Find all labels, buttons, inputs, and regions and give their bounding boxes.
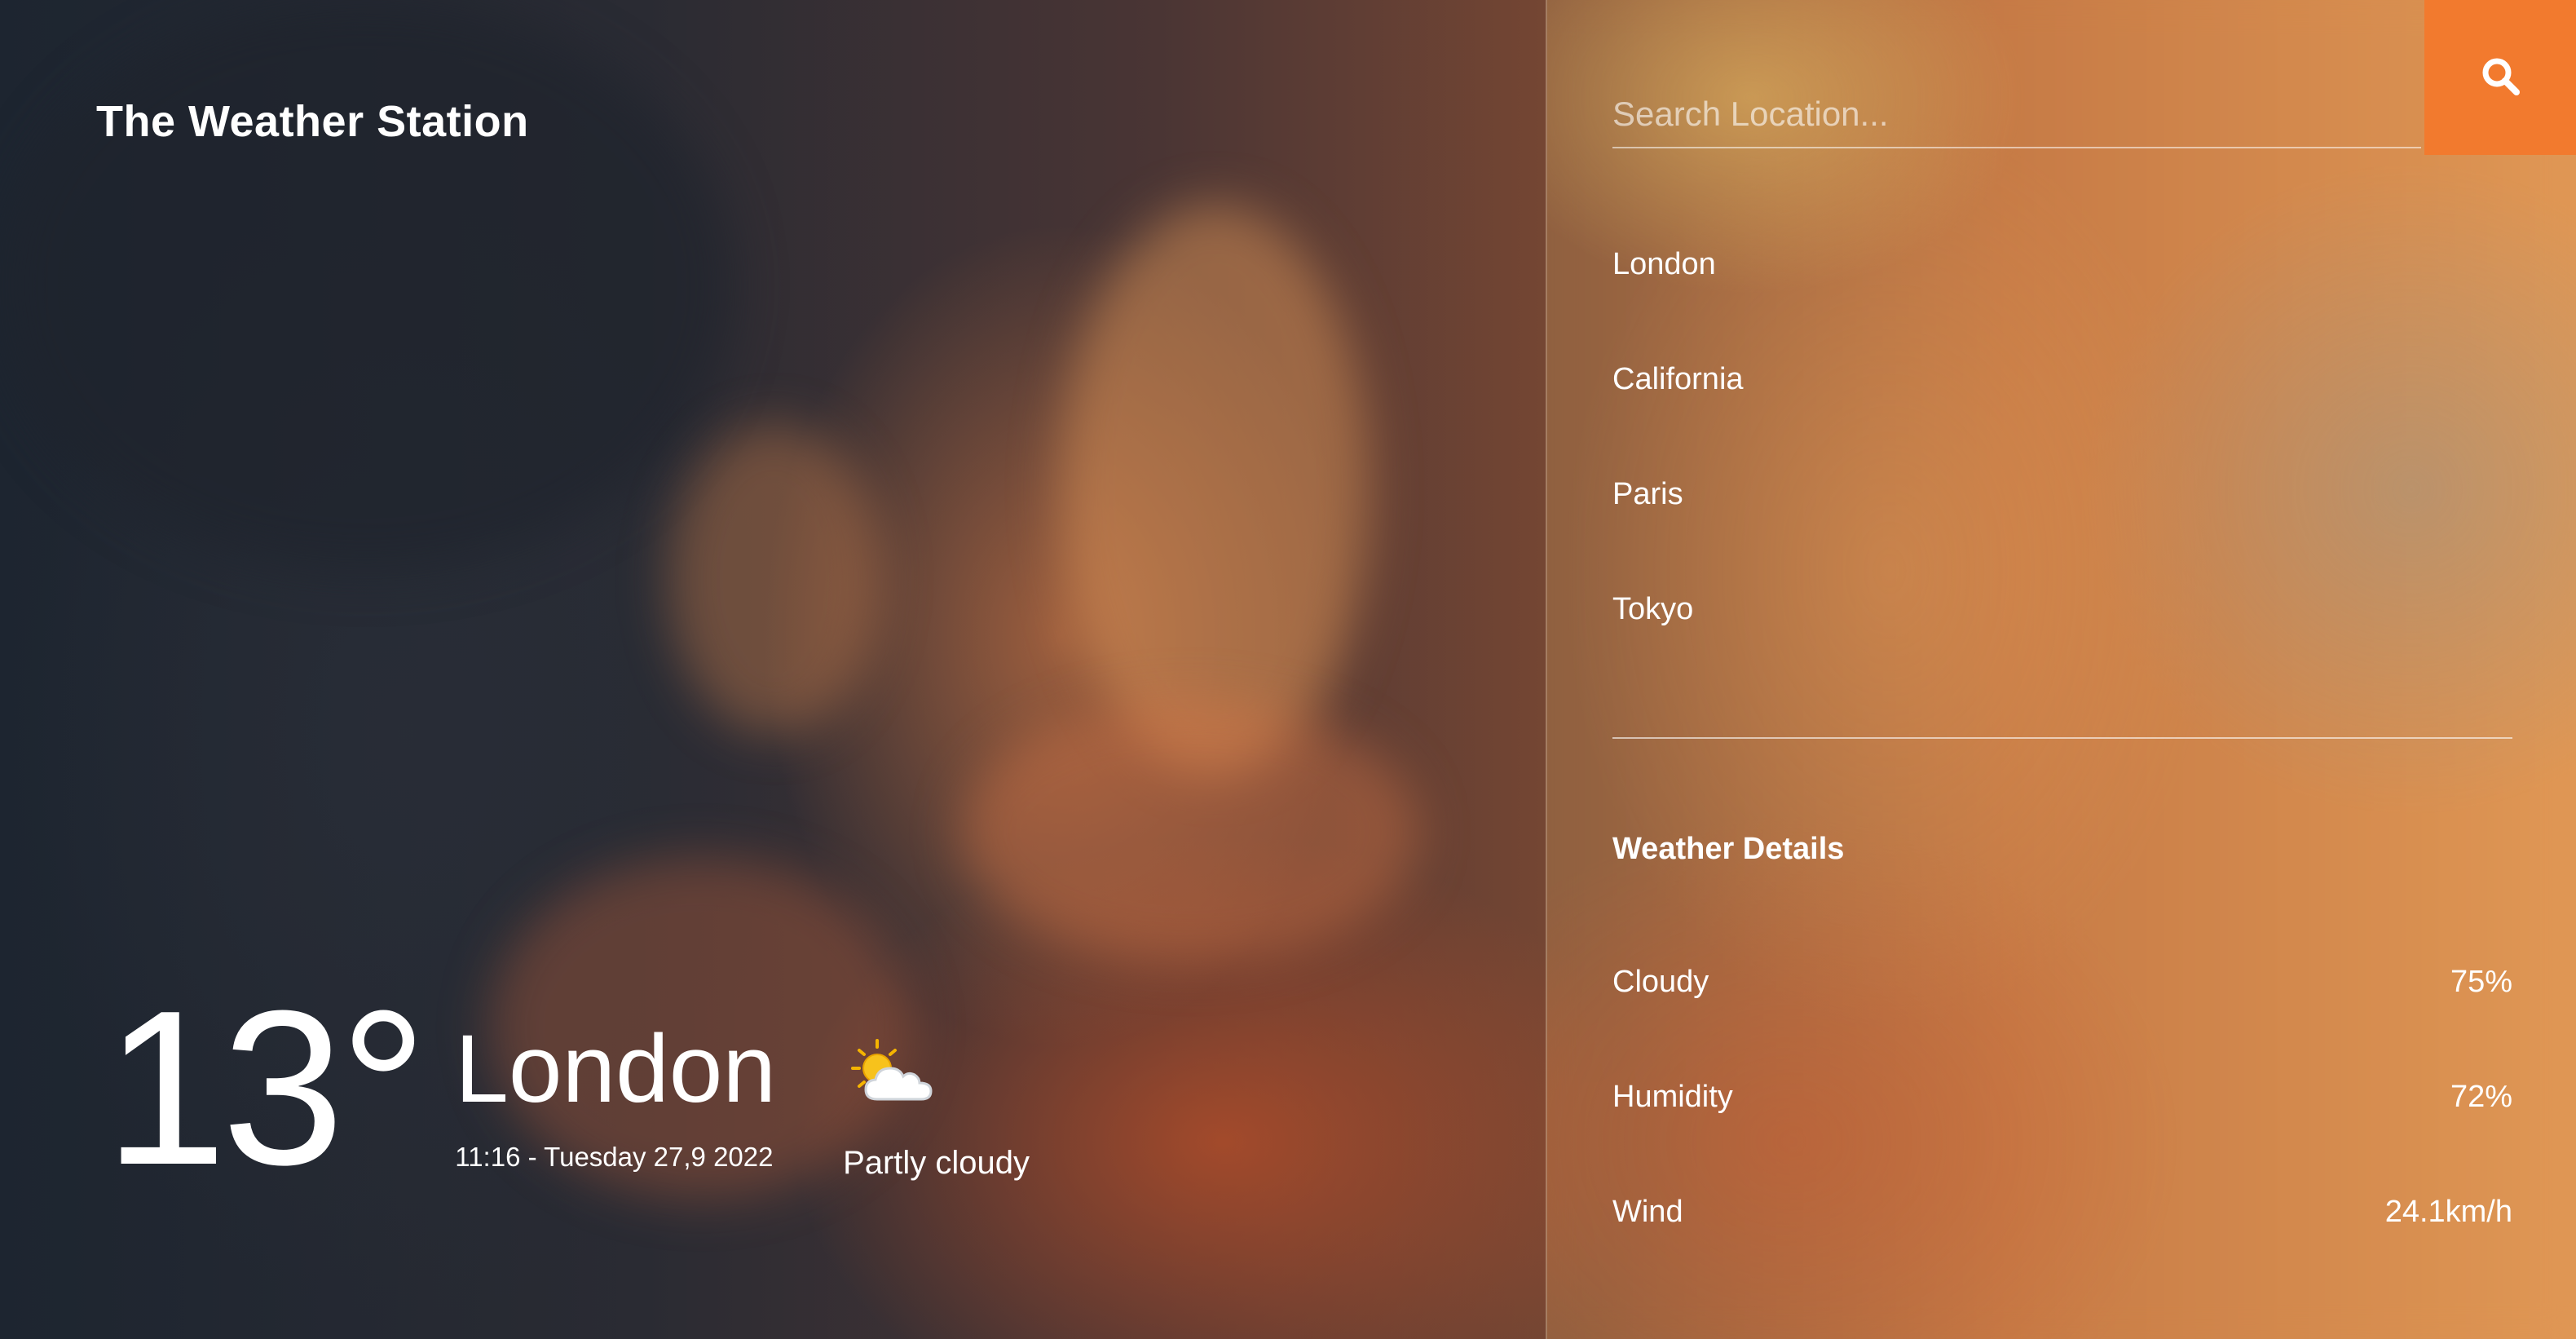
search-icon bbox=[2479, 55, 2523, 101]
city-item-tokyo[interactable]: Tokyo bbox=[1612, 586, 1744, 701]
location-name: London bbox=[455, 1015, 777, 1123]
weather-details-title: Weather Details bbox=[1612, 832, 1845, 866]
city-item-california[interactable]: California bbox=[1612, 356, 1744, 471]
detail-value: 75% bbox=[2450, 965, 2512, 999]
side-panel: London California Paris Tokyo Weather De… bbox=[1546, 0, 2576, 1339]
current-weather: 13° London 11:16 - Tuesday 27,9 2022 Par… bbox=[104, 979, 1030, 1199]
city-item-paris[interactable]: Paris bbox=[1612, 471, 1744, 586]
detail-row-wind: Wind 24.1km/h bbox=[1612, 1189, 2512, 1304]
date-time: 11:16 - Tuesday 27,9 2022 bbox=[455, 1142, 774, 1172]
weather-app: The Weather Station 13° London 11:16 - T… bbox=[0, 0, 2576, 1339]
search-button[interactable] bbox=[2424, 0, 2576, 155]
detail-row-humidity: Humidity 72% bbox=[1612, 1074, 2512, 1189]
cloud-highlight bbox=[668, 424, 880, 734]
condition-block: Partly cloudy bbox=[843, 1036, 1030, 1182]
city-item-london[interactable]: London bbox=[1612, 241, 1744, 356]
weather-details: Cloudy 75% Humidity 72% Wind 24.1km/h bbox=[1612, 959, 2512, 1304]
city-list: London California Paris Tokyo bbox=[1612, 241, 1744, 701]
background-shade bbox=[0, 0, 734, 571]
detail-row-cloudy: Cloudy 75% bbox=[1612, 959, 2512, 1074]
detail-label: Wind bbox=[1612, 1195, 1683, 1229]
detail-label: Humidity bbox=[1612, 1080, 1733, 1114]
location-block: London 11:16 - Tuesday 27,9 2022 bbox=[455, 1021, 776, 1173]
cloud-highlight bbox=[1060, 204, 1370, 775]
app-title: The Weather Station bbox=[96, 97, 529, 146]
detail-value: 24.1km/h bbox=[2384, 1195, 2512, 1229]
condition-text: Partly cloudy bbox=[843, 1145, 1030, 1181]
temperature: 13° bbox=[104, 966, 427, 1211]
partly-cloudy-icon bbox=[849, 1036, 947, 1109]
cloud-highlight bbox=[962, 701, 1418, 962]
divider bbox=[1612, 737, 2512, 739]
detail-label: Cloudy bbox=[1612, 965, 1709, 999]
detail-value: 72% bbox=[2450, 1080, 2512, 1114]
search-input[interactable] bbox=[1612, 82, 2421, 148]
